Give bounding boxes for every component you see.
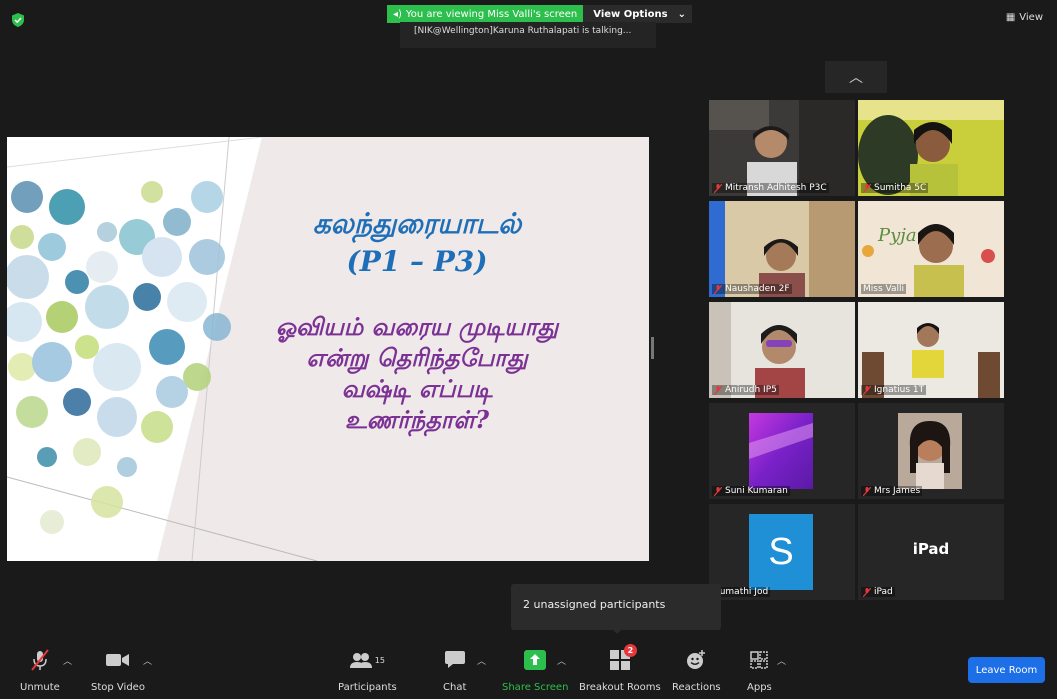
- participant-name: iPad: [874, 587, 893, 597]
- unmute-label: Unmute: [20, 682, 60, 693]
- chevron-up-icon[interactable]: ︿: [143, 654, 152, 667]
- video-feed: Pyja: [858, 201, 1004, 297]
- meeting-toolbar: Unmute ︿ Stop Video ︿ 15 Participants Ch…: [0, 640, 1057, 699]
- chat-button[interactable]: Chat: [443, 648, 466, 693]
- muted-mic-icon: [714, 486, 722, 496]
- chevron-up-icon[interactable]: ︿: [777, 654, 786, 667]
- speaker-icon: ◂): [393, 8, 402, 20]
- participant-tile[interactable]: Mrs James: [858, 403, 1004, 499]
- apps-button[interactable]: Apps: [747, 648, 772, 693]
- tooltip-arrow: [611, 628, 623, 634]
- leave-room-label: Leave Room: [975, 664, 1038, 676]
- video-feed: [858, 100, 1004, 196]
- participant-name: Sumathi Jod: [714, 587, 769, 597]
- participants-count: 15: [374, 655, 385, 665]
- muted-mic-icon: [714, 284, 722, 294]
- reactions-button[interactable]: Reactions: [672, 648, 721, 693]
- leave-room-button[interactable]: Leave Room: [968, 657, 1045, 683]
- participant-tile[interactable]: iPad iPad: [858, 504, 1004, 600]
- viewing-status: ◂) You are viewing Miss Valli's screen: [387, 5, 584, 23]
- participant-name: Sumitha 5C: [874, 183, 927, 193]
- slide-question-line: ஓவியம் வரைய முடியாது: [275, 312, 559, 341]
- chat-label: Chat: [443, 682, 467, 693]
- video-feed: [709, 302, 855, 398]
- participant-name: Miss Valli: [863, 284, 904, 294]
- breakout-rooms-label: Breakout Rooms: [579, 682, 661, 693]
- chevron-up-icon[interactable]: ︿: [63, 654, 72, 667]
- view-options-label: View Options: [593, 8, 668, 20]
- slide-subtitle: (P1 – P3): [346, 245, 488, 278]
- participant-name: Anirudh IP5: [725, 385, 777, 395]
- share-screen-label: Share Screen: [502, 682, 569, 693]
- participant-tile[interactable]: Pyja Miss Valli: [858, 201, 1004, 297]
- viewing-label: You are viewing Miss Valli's screen: [405, 8, 578, 20]
- participant-tile[interactable]: Ignatius 1T: [858, 302, 1004, 398]
- unmute-button[interactable]: Unmute: [20, 648, 60, 693]
- slide-question-line: என்று தெரிந்தபோது: [306, 343, 528, 372]
- participant-avatar: S: [749, 514, 813, 590]
- svg-text:Pyja: Pyja: [877, 225, 917, 246]
- participant-tile[interactable]: Naushaden 2F: [709, 201, 855, 297]
- chevron-up-icon[interactable]: ︿: [557, 654, 566, 667]
- participant-tile[interactable]: Suni Kumaran: [709, 403, 855, 499]
- participant-name: Mrs James: [874, 486, 921, 496]
- reactions-label: Reactions: [672, 682, 721, 693]
- chevron-up-icon[interactable]: ︿: [477, 654, 486, 667]
- apps-icon: [750, 651, 769, 669]
- profile-picture: [709, 403, 855, 499]
- muted-mic-icon: [863, 486, 871, 496]
- unassigned-participants-tooltip[interactable]: 2 unassigned participants: [511, 584, 721, 630]
- participant-tile[interactable]: Sumitha 5C: [858, 100, 1004, 196]
- security-shield-icon[interactable]: [12, 13, 24, 27]
- profile-picture: [858, 403, 1004, 499]
- grid-view-icon: ▦: [1005, 12, 1016, 23]
- view-label: View: [1019, 12, 1043, 23]
- muted-mic-icon: [714, 183, 722, 193]
- participant-device-label: iPad: [912, 540, 950, 558]
- share-screen-icon: [524, 650, 547, 670]
- slide-question-line: உணர்ந்தாள்?: [344, 405, 490, 434]
- participants-button[interactable]: 15 Participants: [338, 648, 397, 693]
- slide-title: கலந்துரையாடல்: [312, 207, 522, 240]
- participant-tile[interactable]: Anirudh IP5: [709, 302, 855, 398]
- participant-name: Ignatius 1T: [874, 385, 925, 395]
- slide-text-block: கலந்துரையாடல் (P1 – P3) ஓவியம் வரைய முடி…: [207, 205, 627, 435]
- active-speaker-label: [NIK@Wellington]Karuna Ruthalapati is ta…: [414, 26, 632, 36]
- muted-mic-icon: [714, 385, 722, 395]
- participants-icon: [349, 653, 372, 668]
- split-resize-handle[interactable]: [651, 337, 654, 359]
- view-options-button[interactable]: View Options ⌄: [583, 5, 692, 23]
- tooltip-text: 2 unassigned participants: [523, 598, 666, 611]
- apps-label: Apps: [747, 682, 772, 693]
- video-feed: [709, 201, 855, 297]
- muted-mic-icon: [863, 385, 871, 395]
- view-button[interactable]: ▦ View: [1006, 12, 1043, 23]
- muted-mic-icon: [863, 183, 871, 193]
- chevron-down-icon: ⌄: [677, 8, 686, 20]
- video-feed: [709, 100, 855, 196]
- gallery-scroll-up-button[interactable]: ︿: [825, 61, 887, 93]
- participant-tile[interactable]: Mitransh Adhitesh P3C: [709, 100, 855, 196]
- chevron-up-icon: ︿: [849, 70, 863, 86]
- chat-bubble-icon: [444, 651, 465, 668]
- participant-name: Suni Kumaran: [725, 486, 788, 496]
- video-feed: [858, 302, 1004, 398]
- slide-question-line: வஷ்டி எப்படி: [341, 374, 493, 403]
- stop-video-button[interactable]: Stop Video: [91, 648, 145, 693]
- mic-muted-icon: [31, 649, 49, 671]
- video-camera-icon: [105, 654, 129, 666]
- smiley-icon: [687, 650, 706, 669]
- stop-video-label: Stop Video: [91, 682, 145, 693]
- muted-mic-icon: [863, 587, 871, 597]
- breakout-rooms-button[interactable]: 2 Breakout Rooms: [579, 644, 661, 693]
- shared-screen-slide: கலந்துரையாடல் (P1 – P3) ஓவியம் வரைய முடி…: [7, 137, 649, 561]
- breakout-badge: 2: [623, 644, 637, 657]
- active-speaker-indicator: [NIK@Wellington]Karuna Ruthalapati is ta…: [400, 22, 656, 48]
- participant-name: Naushaden 2F: [725, 284, 790, 294]
- screen-share-banner: ◂) You are viewing Miss Valli's screen V…: [387, 4, 692, 24]
- participant-name: Mitransh Adhitesh P3C: [725, 183, 827, 193]
- participant-tile[interactable]: S Sumathi Jod: [709, 504, 855, 600]
- participants-label: Participants: [338, 682, 397, 693]
